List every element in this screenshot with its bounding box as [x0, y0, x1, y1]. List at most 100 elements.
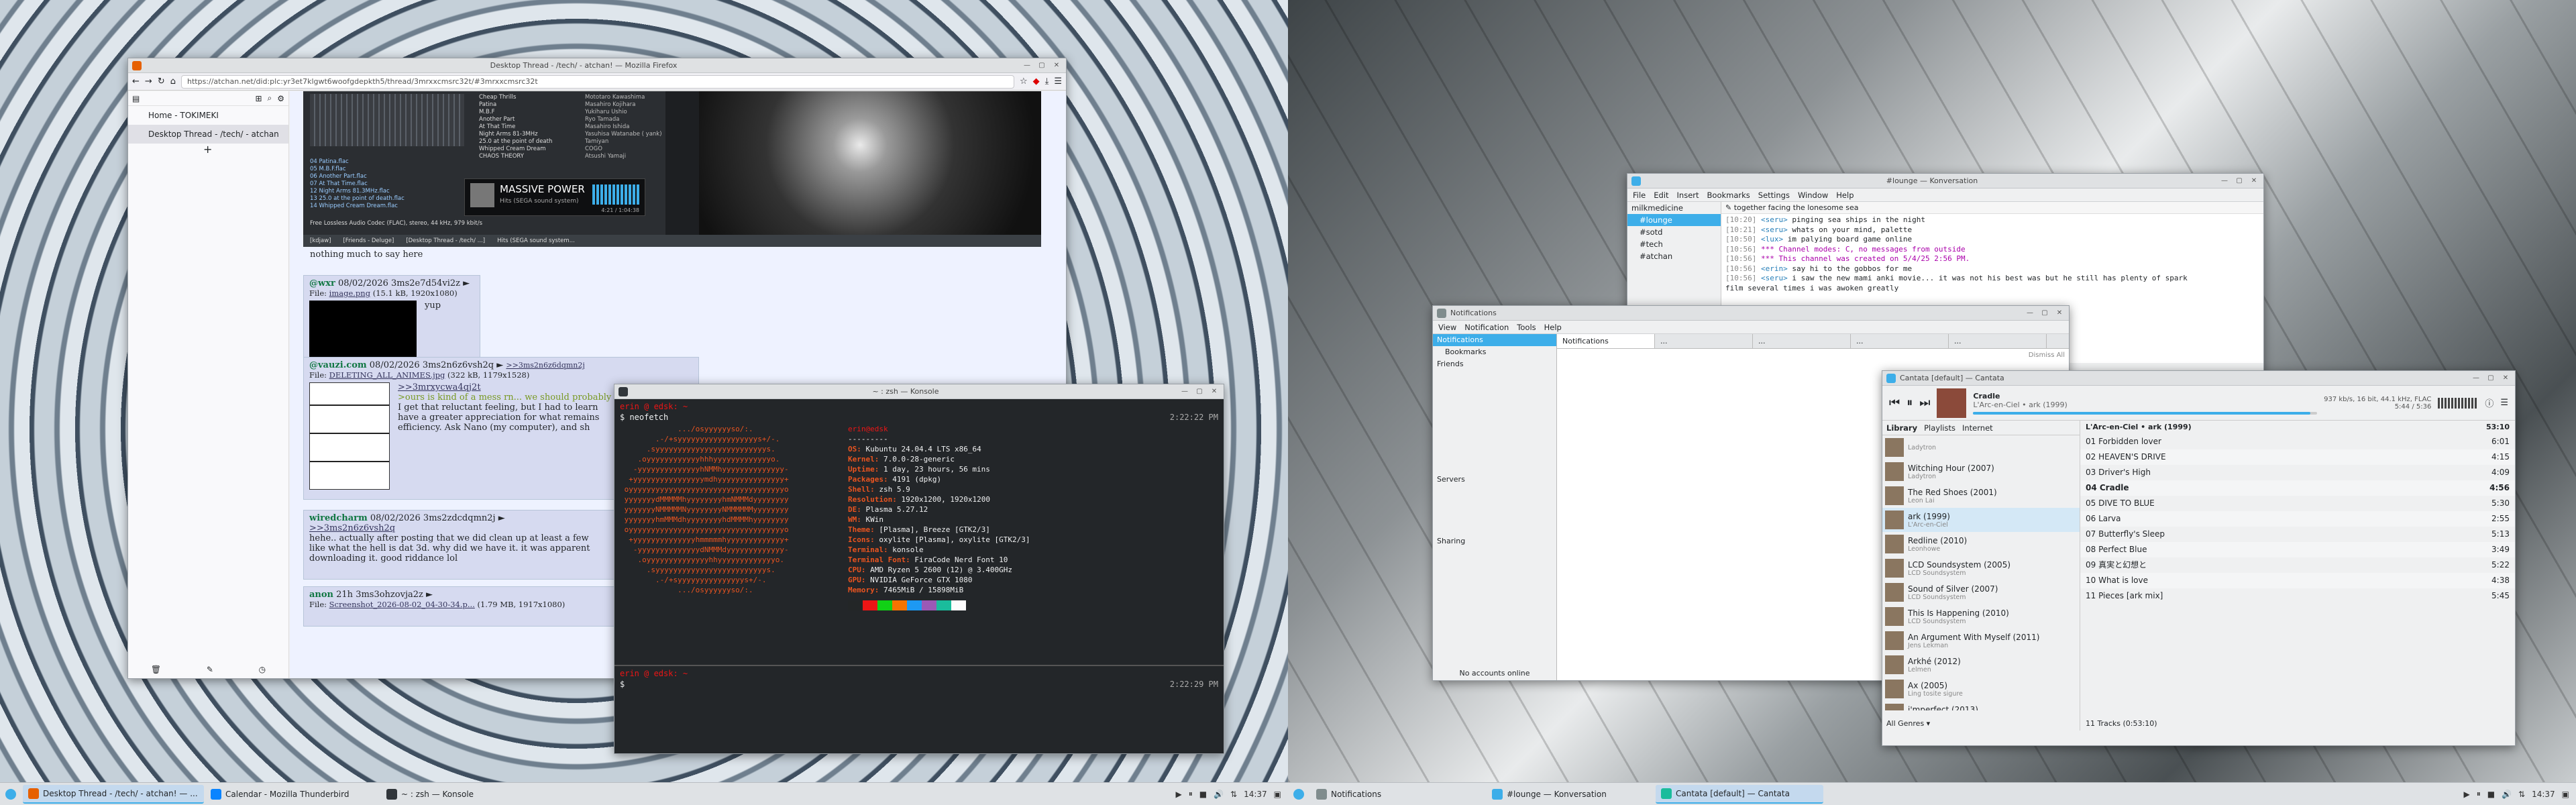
stop-icon[interactable]: ■: [2487, 790, 2495, 799]
menu-item[interactable]: Bookmarks: [1707, 191, 1750, 200]
track-row[interactable]: 03 Driver's High 4:09: [2080, 465, 2515, 480]
album-item[interactable]: Ladytron: [1882, 435, 2080, 460]
menu-item[interactable]: Edit: [1654, 191, 1668, 200]
server-item[interactable]: milkmedicine: [1627, 202, 1721, 214]
url-bar[interactable]: https://atchan.net/did:plc:yr3et7klgwt6w…: [180, 74, 1014, 89]
genre-select[interactable]: All Genres ▾: [1886, 719, 1930, 728]
album-item[interactable]: i'mperfect (2013)Ling tosite sigure: [1882, 701, 2080, 710]
poster-name[interactable]: wiredcharm: [309, 513, 368, 523]
track-row[interactable]: 01 Forbidden lover 6:01: [2080, 434, 2515, 449]
library-tab-library[interactable]: Library: [1886, 423, 1917, 433]
library-tab-internet[interactable]: Internet: [1962, 423, 1993, 433]
taskbar-item[interactable]: #lounge — Konversation: [1487, 785, 1654, 804]
minimize-button[interactable]: —: [1022, 61, 1032, 70]
post-thumbnail[interactable]: [309, 382, 390, 490]
menu-icon[interactable]: ☰: [2500, 398, 2508, 408]
backlink[interactable]: >>3ms2n6z6dqmn2j: [506, 361, 584, 370]
track-row[interactable]: 06 Larva 2:55: [2080, 511, 2515, 527]
close-button[interactable]: ✕: [2249, 176, 2259, 186]
track-row[interactable]: 07 Butterfly's Sleep 5:13: [2080, 527, 2515, 542]
close-button[interactable]: ✕: [2500, 374, 2511, 383]
channel-item[interactable]: #lounge: [1627, 214, 1721, 226]
track-row[interactable]: 08 Perfect Blue 3:49: [2080, 542, 2515, 557]
poster-name[interactable]: @vauzi.com: [309, 360, 367, 370]
post-thumbnail[interactable]: [309, 301, 417, 361]
album-item[interactable]: Arkhé (2012) Lelmen: [1882, 653, 2080, 677]
track-row[interactable]: 10 What is love 4:38: [2080, 573, 2515, 588]
track-row[interactable]: 04 Cradle 4:56: [2080, 480, 2515, 496]
poster-name[interactable]: @wxr: [309, 278, 335, 288]
track-row[interactable]: 05 DIVE TO BLUE 5:30: [2080, 496, 2515, 511]
stop-icon[interactable]: ■: [1199, 790, 1207, 799]
quote-link[interactable]: >>3mrxycwa4qj2t: [398, 382, 481, 392]
notifications-tab[interactable]: ...: [1655, 334, 1753, 348]
notifications-tab[interactable]: Notifications: [1557, 334, 1655, 348]
menu-item[interactable]: Window: [1798, 191, 1828, 200]
notifications-tree-item[interactable]: Bookmarks: [1433, 346, 1556, 358]
minimize-button[interactable]: —: [1179, 387, 1190, 396]
pause-icon[interactable]: ⏸: [1189, 789, 1193, 799]
volume-icon[interactable]: 🔊: [1214, 790, 1224, 799]
close-button[interactable]: ✕: [1051, 61, 1062, 70]
menu-item[interactable]: Insert: [1677, 191, 1699, 200]
search-icon[interactable]: ⌕: [268, 93, 272, 103]
notifications-tab[interactable]: ...: [1851, 334, 1949, 348]
album-item[interactable]: Witching Hour (2007) Ladytron: [1882, 460, 2080, 484]
network-icon[interactable]: ⇅: [2518, 790, 2525, 799]
maximize-button[interactable]: ▢: [2039, 309, 2050, 318]
library-tab-playlists[interactable]: Playlists: [1924, 423, 1955, 433]
terminal-pane-bottom[interactable]: erin @ edsk: ~ $ 2:22:29 PM: [614, 666, 1224, 753]
download-icon[interactable]: ⤓: [1045, 76, 1049, 87]
progress-bar[interactable]: [1973, 411, 2310, 415]
channel-item[interactable]: #tech: [1627, 238, 1721, 250]
file-link[interactable]: DELETING_ALL_ANIMES.jpg: [329, 370, 445, 380]
clock[interactable]: 14:37: [1244, 790, 1267, 799]
maximize-button[interactable]: ▢: [1194, 387, 1205, 396]
forward-icon[interactable]: →: [145, 76, 152, 87]
konversation-titlebar[interactable]: #lounge — Konversation — ▢ ✕: [1627, 174, 2263, 189]
pause-icon[interactable]: ⏸: [2477, 789, 2481, 799]
home-icon[interactable]: ⌂: [170, 76, 176, 87]
menu-item[interactable]: Tools: [1517, 323, 1536, 332]
notifications-tab[interactable]: ...: [1949, 334, 2047, 348]
volume-icon[interactable]: 🔊: [2502, 790, 2512, 799]
quote-link[interactable]: >>3ms2n6z6vsh2q: [309, 523, 395, 533]
album-item[interactable]: An Argument With Myself (2011) Jens Lekma…: [1882, 629, 2080, 653]
notifications-titlebar[interactable]: Notifications — ▢ ✕: [1433, 306, 2069, 321]
clock[interactable]: 14:37: [2532, 790, 2555, 799]
file-link[interactable]: image.png: [329, 288, 370, 298]
poster-name[interactable]: anon: [309, 590, 333, 600]
terminal-pane-top[interactable]: erin @ edsk: ~ $ neofetch 2:22:22 PM .../…: [614, 399, 1224, 666]
minimize-button[interactable]: —: [2471, 374, 2481, 383]
firefox-titlebar[interactable]: Desktop Thread - /tech/ - atchan! — Mozi…: [128, 58, 1066, 73]
channel-item[interactable]: #atchan: [1627, 250, 1721, 262]
album-item[interactable]: Redline (2010) Leonhowe: [1882, 532, 2080, 556]
menu-item[interactable]: File: [1633, 191, 1646, 200]
notifications-tree-item[interactable]: Friends: [1433, 358, 1556, 370]
track-row[interactable]: 02 HEAVEN'S DRIVE 4:15: [2080, 449, 2515, 465]
sidebar-tab-home[interactable]: Home - TOKIMEKI: [128, 106, 288, 125]
dismiss-all-button[interactable]: Dismiss All: [2029, 352, 2065, 359]
tabs-icon[interactable]: ▤: [132, 94, 140, 103]
album-item[interactable]: Ax (2005) Ling tosite sigure: [1882, 677, 2080, 701]
reload-icon[interactable]: ↻: [158, 76, 165, 87]
cantata-titlebar[interactable]: Cantata [default] — Cantata — ▢ ✕: [1882, 371, 2515, 386]
album-item[interactable]: The Red Shoes (2001) Leon Lai: [1882, 484, 2080, 508]
taskbar-item[interactable]: ~ : zsh — Konsole: [381, 785, 529, 804]
menu-item[interactable]: Help: [1836, 191, 1854, 200]
network-icon[interactable]: ⇅: [1230, 790, 1237, 799]
pause-icon[interactable]: ⏸: [1907, 396, 1913, 410]
maximize-button[interactable]: ▢: [1036, 61, 1047, 70]
maximize-button[interactable]: ▢: [2234, 176, 2245, 186]
taskbar-item[interactable]: Cantata [default] — Cantata: [1656, 784, 1823, 804]
next-icon[interactable]: ⏭: [1919, 396, 1930, 410]
trash-icon[interactable]: 🗑: [151, 665, 161, 674]
gear-icon[interactable]: ⚙: [277, 94, 284, 103]
file-link[interactable]: Screenshot_2026-08-02_04-30-34.p...: [329, 600, 475, 609]
minimize-button[interactable]: —: [2219, 176, 2230, 186]
play-icon[interactable]: ▶: [2463, 790, 2469, 799]
close-button[interactable]: ✕: [1209, 387, 1220, 396]
menu-item[interactable]: Notification: [1464, 323, 1509, 332]
track-row[interactable]: 09 真実と幻想と 5:22: [2080, 557, 2515, 573]
channel-item[interactable]: #sotd: [1627, 226, 1721, 238]
